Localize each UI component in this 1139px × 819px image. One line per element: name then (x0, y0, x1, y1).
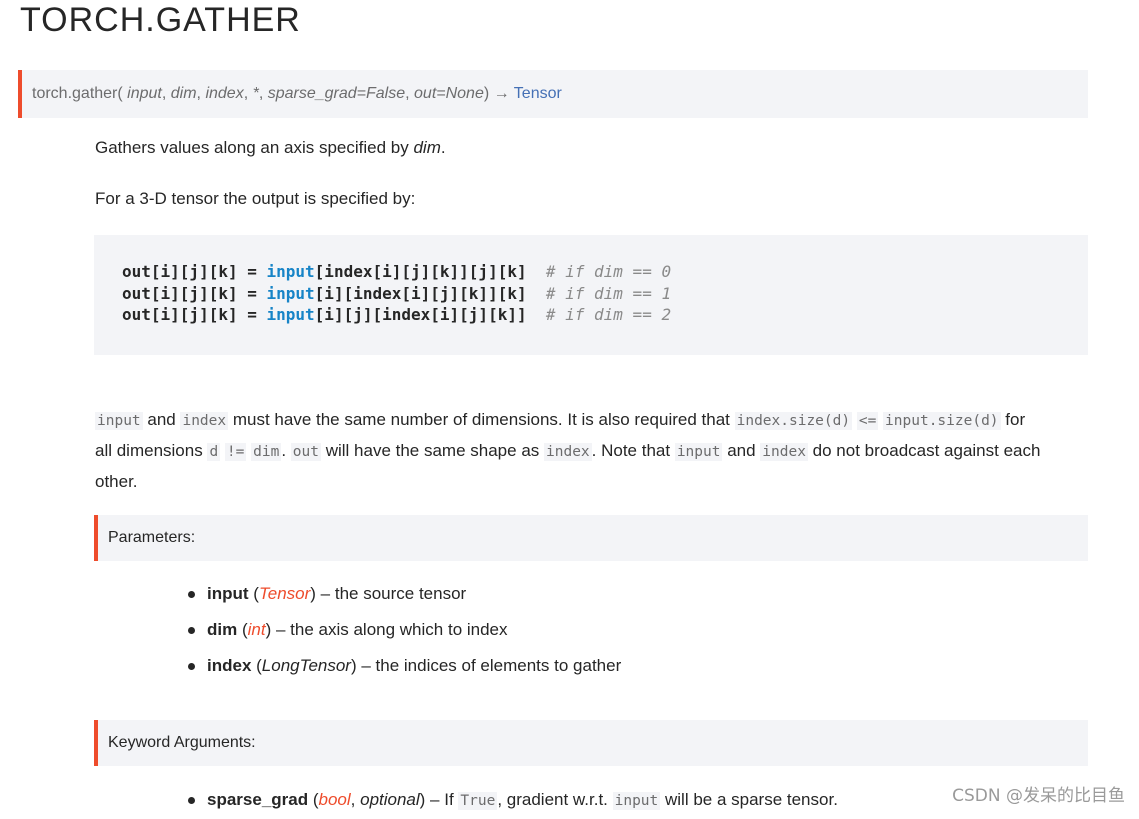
function-name: torch.gather (32, 85, 118, 102)
intro-text: Gathers values along an axis specified b… (95, 138, 446, 157)
param-input: input (127, 85, 162, 102)
bullet-icon (188, 797, 195, 804)
param-index: index (205, 85, 244, 102)
code-line: out[i][j][k] = input[i][j][index[i][j][k… (122, 305, 672, 324)
type-longtensor: LongTensor (261, 656, 351, 675)
param-dim: dim (170, 85, 197, 102)
type-link-bool[interactable]: bool (319, 790, 351, 809)
return-type-link[interactable]: Tensor (514, 85, 562, 102)
list-item: dim (int) – the axis along which to inde… (188, 612, 621, 648)
list-item: index (LongTensor) – the indices of elem… (188, 648, 621, 684)
param-star: * (252, 85, 259, 102)
parameters-heading: Parameters: (94, 515, 1088, 561)
bullet-icon (188, 627, 195, 634)
bullet-icon (188, 663, 195, 670)
page-title: TORCH.GATHER (20, 1, 301, 39)
param-out: out=None (414, 85, 484, 102)
parameters-list: input (Tensor) – the source tensor dim (… (188, 576, 621, 684)
code-block: out[i][j][k] = input[index[i][j][k]][j][… (94, 235, 1088, 355)
code-line: out[i][j][k] = input[i][index[i][j][k]][… (122, 283, 672, 303)
dim-ref: dim (413, 138, 441, 157)
param-sparse-grad: sparse_grad=False (267, 85, 406, 102)
return-arrow: → (493, 85, 510, 102)
function-signature: torch.gather( input, dim, index, *, spar… (18, 70, 1088, 118)
formula-intro: For a 3-D tensor the output is specified… (95, 189, 416, 208)
description: input and index must have the same numbe… (95, 410, 1041, 491)
bullet-icon (188, 591, 195, 598)
watermark: CSDN @发呆的比目鱼 (952, 786, 1125, 806)
code-line: out[i][j][k] = input[index[i][j][k]][j][… (122, 262, 672, 281)
type-link-tensor[interactable]: Tensor (259, 584, 310, 603)
list-item: input (Tensor) – the source tensor (188, 576, 621, 612)
keyword-args-heading: Keyword Arguments: (94, 720, 1088, 766)
code-content: out[i][j][k] = input[index[i][j][k]][j][… (122, 261, 1088, 326)
type-link-int[interactable]: int (248, 620, 266, 639)
